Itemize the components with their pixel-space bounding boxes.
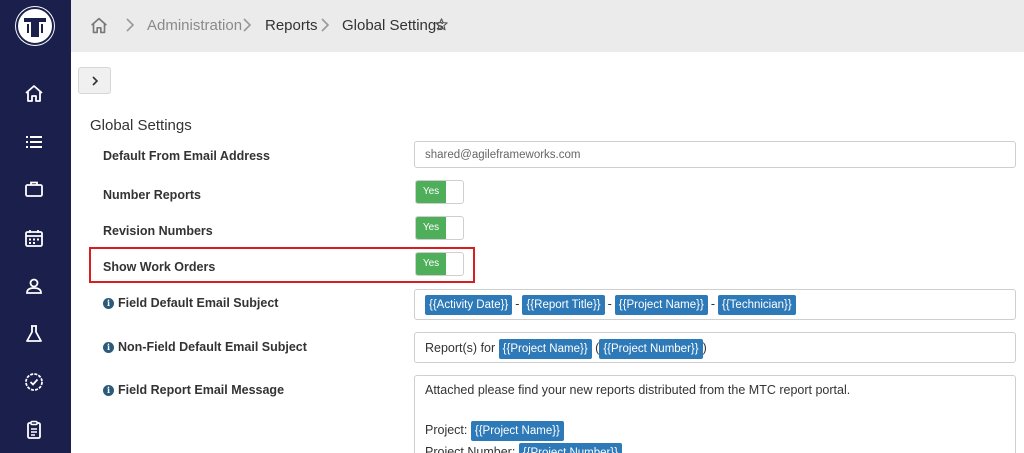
message-intro: Attached please find your new reports di… (425, 383, 851, 397)
message-number-label: Project Number: (425, 445, 516, 453)
info-icon[interactable]: i (103, 342, 114, 353)
user-icon[interactable] (22, 274, 46, 298)
badge-check-icon[interactable] (22, 370, 46, 394)
separator-text: - (515, 297, 520, 311)
nonfield-subject-label-text: Non-Field Default Email Subject (118, 340, 307, 354)
message-label: i Field Report Email Message (103, 383, 284, 397)
field-subject-label-text: Field Default Email Subject (118, 296, 279, 310)
breadcrumb-home-icon[interactable] (88, 15, 110, 37)
list-icon[interactable] (22, 130, 46, 154)
toggle-on-label: Yes (416, 181, 446, 203)
separator-text: - (710, 297, 715, 311)
briefcase-icon[interactable] (22, 177, 46, 201)
message-project-label: Project: (425, 423, 468, 437)
nonfield-subject-input[interactable]: Report(s) for {{Project Name}} ({{Projec… (414, 332, 1016, 363)
template-tag[interactable]: {{Project Name}} (470, 421, 564, 441)
clipboard-icon[interactable] (22, 418, 46, 442)
breadcrumb-global-settings: Global Settings (342, 17, 444, 34)
toggle-on-label: Yes (416, 217, 446, 239)
toggle-on-label: Yes (416, 253, 446, 275)
nonfield-subject-label: i Non-Field Default Email Subject (103, 340, 307, 354)
info-icon[interactable]: i (103, 298, 114, 309)
message-label-text: Field Report Email Message (118, 383, 285, 397)
field-subject-input[interactable]: {{Activity Date}} - {{Report Title}} - {{Pro… (414, 289, 1016, 320)
template-tag[interactable]: {{Report Title}} (522, 295, 605, 315)
sidebar (0, 0, 71, 453)
template-tag[interactable]: {{Technician}} (718, 295, 796, 315)
separator-text: - (607, 297, 612, 311)
breadcrumb: Administration Reports Global Settings (71, 0, 1024, 52)
template-tag[interactable]: {{Project Number}} (518, 443, 623, 453)
default-from-email-input[interactable]: shared@agileframeworks.com (414, 141, 1016, 168)
template-tag[interactable]: {{Activity Date}} (425, 295, 513, 315)
template-tag[interactable]: {{Project Name}} (498, 339, 592, 359)
number-reports-toggle[interactable]: Yes (415, 180, 464, 204)
expand-panel-button[interactable] (78, 67, 111, 94)
chevron-right-icon (242, 17, 252, 33)
app-logo[interactable] (15, 6, 55, 46)
paren-close-text: ) (702, 341, 707, 355)
home-icon[interactable] (22, 82, 46, 106)
chevron-right-icon (92, 76, 99, 86)
template-tag[interactable]: {{Project Number}} (599, 339, 703, 359)
subject-prefix-text: Report(s) for (425, 341, 496, 355)
revision-numbers-label: Revision Numbers (103, 224, 213, 238)
show-work-orders-label: Show Work Orders (103, 260, 216, 274)
section-title: Global Settings (90, 117, 192, 134)
calendar-icon[interactable] (22, 226, 46, 250)
flask-icon[interactable] (22, 322, 46, 346)
show-work-orders-toggle[interactable]: Yes (415, 252, 464, 276)
chevron-right-icon (320, 17, 330, 33)
message-textarea[interactable]: Attached please find your new reports di… (414, 375, 1016, 453)
chevron-right-icon (125, 17, 135, 33)
info-icon[interactable]: i (103, 385, 114, 396)
breadcrumb-administration[interactable]: Administration (147, 17, 242, 34)
star-icon[interactable] (434, 17, 449, 32)
field-subject-label: i Field Default Email Subject (103, 296, 278, 310)
revision-numbers-toggle[interactable]: Yes (415, 216, 464, 240)
template-tag[interactable]: {{Project Name}} (614, 295, 708, 315)
number-reports-label: Number Reports (103, 188, 201, 202)
breadcrumb-reports[interactable]: Reports (265, 17, 318, 34)
default-from-label: Default From Email Address (103, 149, 270, 163)
